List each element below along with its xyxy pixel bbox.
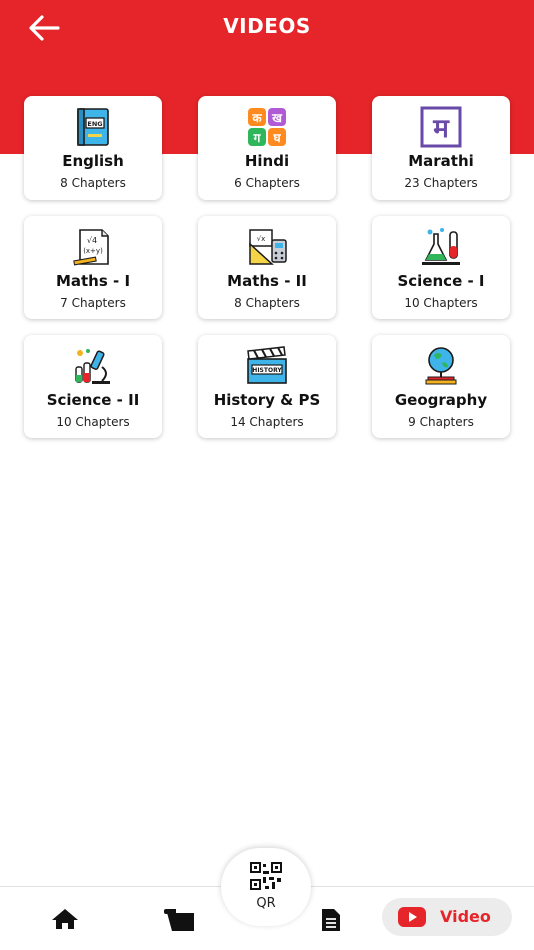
globe-icon — [425, 347, 457, 385]
microscope-icon — [75, 349, 110, 384]
subject-name: History & PS — [213, 391, 321, 409]
chapter-count: 23 Chapters — [404, 176, 478, 190]
chapter-count: 8 Chapters — [234, 296, 300, 310]
chapter-count: 10 Chapters — [56, 415, 130, 429]
scroll-icon — [164, 909, 194, 931]
svg-text:ENG: ENG — [87, 120, 102, 128]
subject-card-english[interactable]: ENG English 8 Chapters — [24, 96, 162, 200]
chapter-count: 7 Chapters — [60, 296, 126, 310]
geometry-tools-icon: √x — [249, 229, 287, 265]
subject-card-maths-2[interactable]: √x Maths - II 8 Chapters — [198, 216, 336, 319]
subject-card-hindi[interactable]: क ख ग घ Hindi 6 Chapters — [198, 96, 336, 200]
subject-name: Maths - II — [227, 272, 307, 290]
book-eng-icon: ENG — [77, 108, 109, 146]
marathi-letter-icon: म — [420, 106, 462, 148]
youtube-play-icon — [398, 907, 426, 927]
nav-documents[interactable] — [320, 907, 342, 937]
chapter-count: 8 Chapters — [60, 176, 126, 190]
document-icon — [322, 909, 340, 931]
qr-code-icon — [250, 862, 282, 890]
svg-text:(x+y): (x+y) — [83, 247, 103, 255]
svg-text:√x: √x — [257, 235, 266, 243]
page-title: VIDEOS — [223, 14, 311, 38]
hindi-letters-icon: क ख ग घ — [248, 108, 286, 146]
nav-scroll[interactable] — [162, 907, 198, 937]
lab-flask-icon — [422, 228, 460, 265]
svg-text:म: म — [432, 114, 450, 144]
subject-name: Science - I — [397, 272, 485, 290]
subject-name: Marathi — [408, 152, 474, 170]
subject-card-science-2[interactable]: Science - II 10 Chapters — [24, 335, 162, 438]
svg-text:क: क — [251, 111, 262, 125]
subject-card-history-ps[interactable]: HISTORY History & PS 14 Chapters — [198, 335, 336, 438]
chapter-count: 10 Chapters — [404, 296, 478, 310]
subject-name: Maths - I — [55, 272, 131, 290]
nav-video-active[interactable]: Video — [382, 898, 512, 936]
svg-text:घ: घ — [272, 131, 281, 145]
chapter-count: 6 Chapters — [234, 176, 300, 190]
chapter-count: 9 Chapters — [408, 415, 474, 429]
subject-name: Geography — [394, 391, 488, 409]
qr-label: QR — [256, 896, 276, 911]
subject-name: Science - II — [46, 391, 140, 409]
formula-paper-icon: √4 (x+y) — [73, 229, 109, 266]
subject-grid: ENG English 8 Chapters क ख ग घ Hindi 6 C… — [24, 96, 510, 438]
qr-scan-button[interactable]: QR — [221, 848, 311, 926]
svg-text:HISTORY: HISTORY — [252, 367, 282, 374]
subject-name: English — [62, 152, 124, 170]
svg-text:√4: √4 — [87, 236, 97, 245]
nav-home[interactable] — [50, 907, 80, 935]
subject-card-maths-1[interactable]: √4 (x+y) Maths - I 7 Chapters — [24, 216, 162, 319]
chapter-count: 14 Chapters — [230, 415, 304, 429]
svg-text:ख: ख — [271, 111, 283, 125]
video-label: Video — [440, 907, 491, 926]
subject-card-marathi[interactable]: म Marathi 23 Chapters — [372, 96, 510, 200]
history-clapper-icon: HISTORY — [247, 346, 287, 384]
subject-name: Hindi — [244, 152, 290, 170]
subject-card-science-1[interactable]: Science - I 10 Chapters — [372, 216, 510, 319]
subject-card-geography[interactable]: Geography 9 Chapters — [372, 335, 510, 438]
home-icon — [52, 909, 78, 929]
svg-text:ग: ग — [253, 131, 262, 145]
